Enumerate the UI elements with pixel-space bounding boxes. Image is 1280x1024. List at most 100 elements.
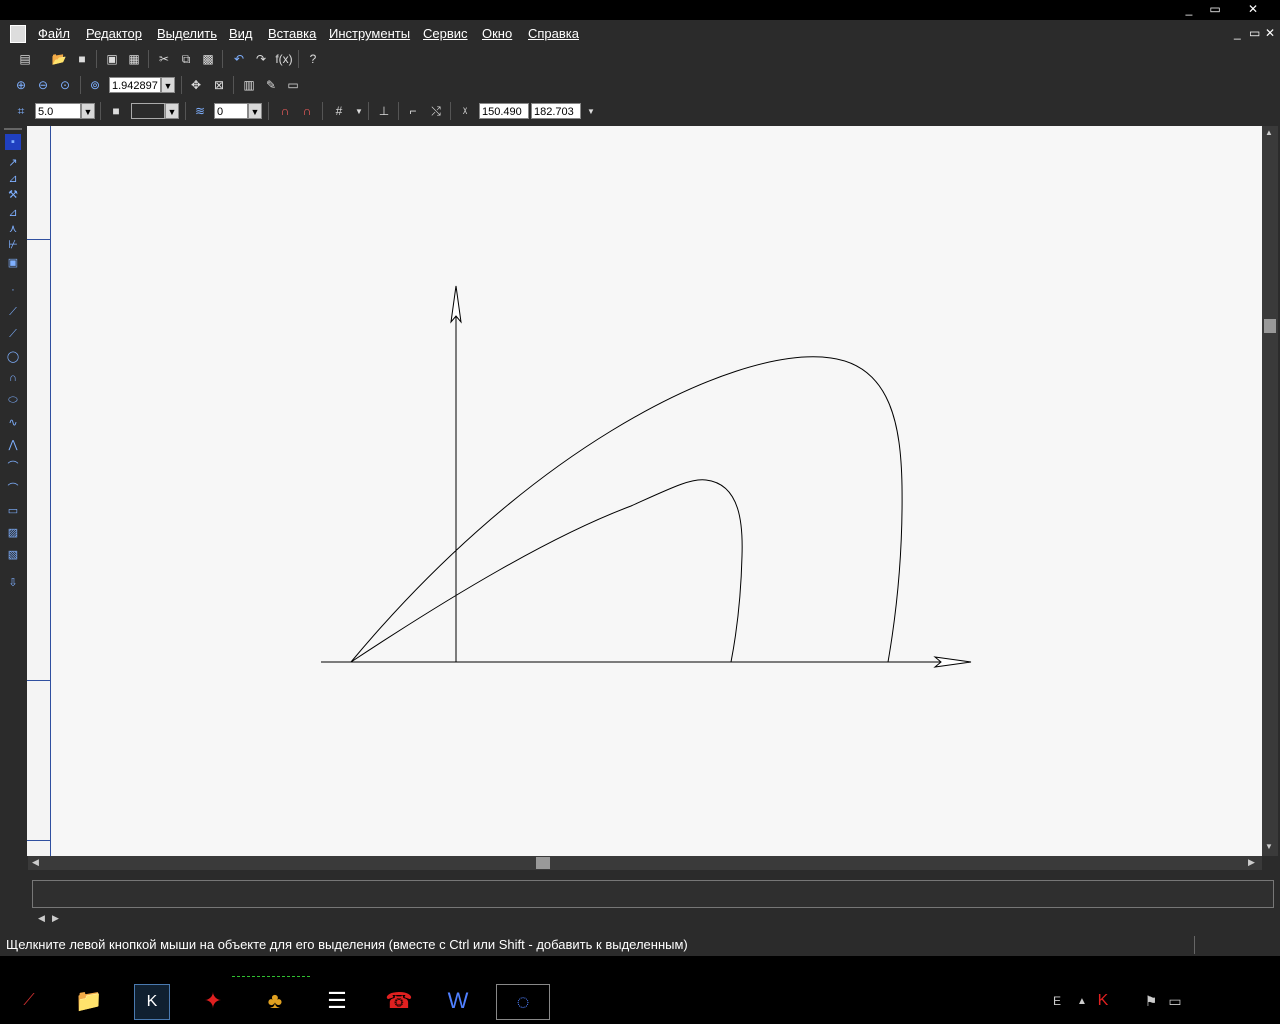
- fillet-tool-icon[interactable]: ⌒: [5, 458, 21, 474]
- document-icon[interactable]: [10, 25, 26, 43]
- app-icon[interactable]: ♣: [258, 984, 292, 1018]
- arc-tool-icon[interactable]: ∩: [5, 370, 21, 386]
- new-doc-icon[interactable]: ▤: [16, 50, 34, 68]
- spline-tool-icon[interactable]: ∿: [5, 414, 21, 430]
- menu-view[interactable]: Вид: [229, 26, 253, 41]
- grid-icon[interactable]: #: [330, 102, 348, 120]
- segment-tool-icon[interactable]: ⟋: [5, 326, 21, 342]
- window-restore-button[interactable]: ▭: [1206, 1, 1224, 17]
- point-tool-icon[interactable]: ·: [5, 282, 21, 298]
- menu-insert[interactable]: Вставка: [268, 26, 316, 41]
- ellipse-tool-icon[interactable]: ⬭: [5, 392, 21, 408]
- zoom-in-icon[interactable]: ⊕: [12, 76, 30, 94]
- document-restore-button[interactable]: ▭: [1249, 26, 1260, 40]
- coord-dropdown-icon[interactable]: ▼: [582, 102, 600, 120]
- display-icon[interactable]: ▭: [284, 76, 302, 94]
- style-dropdown-icon[interactable]: ▼: [165, 103, 179, 119]
- preview-icon[interactable]: ▦: [125, 50, 143, 68]
- layer-field[interactable]: 0: [214, 103, 248, 119]
- document-close-button[interactable]: ✕: [1265, 26, 1275, 40]
- coord-y-field[interactable]: 182.703: [531, 103, 581, 119]
- print-icon[interactable]: ▣: [103, 50, 121, 68]
- layer-dropdown-icon[interactable]: ▼: [248, 103, 262, 119]
- fit-icon[interactable]: ⊠: [210, 76, 228, 94]
- paste-icon[interactable]: ▩: [199, 50, 217, 68]
- outer-curve[interactable]: [350, 356, 903, 663]
- menu-help[interactable]: Справка: [528, 26, 579, 41]
- zoom-field[interactable]: 1.942897: [109, 77, 161, 93]
- help-icon[interactable]: ?: [304, 50, 322, 68]
- zoom-window-icon[interactable]: ⊙: [56, 76, 74, 94]
- layers-icon[interactable]: ✎: [262, 76, 280, 94]
- window-close-button[interactable]: ✕: [1244, 1, 1262, 17]
- dimensions-panel-icon[interactable]: ⊿: [5, 170, 21, 186]
- phone-icon[interactable]: ☎: [382, 984, 416, 1018]
- style-field[interactable]: [131, 103, 165, 119]
- zoom-out-icon[interactable]: ⊖: [34, 76, 52, 94]
- panel-next-icon[interactable]: ▶: [52, 913, 59, 924]
- menu-file[interactable]: Файл: [38, 26, 70, 41]
- inner-curve[interactable]: [350, 479, 743, 663]
- line-style-icon[interactable]: ■: [107, 102, 125, 120]
- edit-panel-icon[interactable]: ⊿: [5, 204, 21, 220]
- grid-dropdown-icon[interactable]: ▼: [350, 102, 368, 120]
- cut-icon[interactable]: ✂: [155, 50, 173, 68]
- scroll-down-icon[interactable]: ▼: [1265, 842, 1273, 851]
- scroll-left-icon[interactable]: ◀: [32, 857, 39, 868]
- drawing-canvas[interactable]: [51, 126, 1262, 856]
- scroll-right-icon[interactable]: ▶: [1248, 857, 1255, 868]
- step-dropdown-icon[interactable]: ▼: [81, 103, 95, 119]
- scroll-up-icon[interactable]: ▲: [1265, 128, 1273, 137]
- open-icon[interactable]: 📂: [50, 50, 68, 68]
- ortho-icon[interactable]: ⌐: [404, 102, 422, 120]
- zoom-icon[interactable]: ⊚: [86, 76, 104, 94]
- save-icon[interactable]: ■: [73, 50, 91, 68]
- menu-service[interactable]: Сервис: [423, 26, 468, 41]
- rectangle-tool-icon[interactable]: ▭: [5, 502, 21, 518]
- horizontal-scrollbar[interactable]: ◀ ▶: [28, 856, 1262, 870]
- horizontal-scroll-thumb[interactable]: [536, 857, 550, 869]
- local-cs-icon[interactable]: ⊥: [375, 102, 393, 120]
- layer-icon[interactable]: ≋: [191, 102, 209, 120]
- explorer-icon[interactable]: 📁: [72, 984, 106, 1018]
- vertical-scrollbar[interactable]: ▲ ▼: [1262, 126, 1278, 856]
- select-tool-icon[interactable]: ▪: [5, 134, 21, 150]
- hatch-tool-icon[interactable]: ▨: [5, 524, 21, 540]
- circle-tool-icon[interactable]: ◯: [5, 348, 21, 364]
- start-icon[interactable]: ⟋: [12, 984, 46, 1018]
- measure-panel-icon[interactable]: ⊬: [5, 236, 21, 252]
- symbols-panel-icon[interactable]: ⚒: [5, 186, 21, 202]
- menu-window[interactable]: Окно: [482, 26, 512, 41]
- select-panel-icon[interactable]: ▣: [5, 254, 21, 270]
- kompas-icon[interactable]: K: [134, 984, 170, 1020]
- notepad-icon[interactable]: ☰: [320, 984, 354, 1018]
- window-minimize-button[interactable]: _: [1180, 1, 1198, 17]
- refresh-icon[interactable]: ▥: [240, 76, 258, 94]
- copy-icon[interactable]: ⧉: [177, 50, 195, 68]
- document-minimize-button[interactable]: _: [1234, 26, 1241, 40]
- bird-icon[interactable]: ✦: [196, 984, 230, 1018]
- parametrize-panel-icon[interactable]: ⋏: [5, 220, 21, 236]
- network-icon[interactable]: ◌: [496, 984, 550, 1020]
- polyline-tool-icon[interactable]: ⋀: [5, 436, 21, 452]
- network-tray-icon[interactable]: ▭: [1158, 984, 1192, 1018]
- equidistant-tool-icon[interactable]: ▧: [5, 546, 21, 562]
- menu-editor[interactable]: Редактор: [86, 26, 142, 41]
- line-tool-icon[interactable]: ⟋: [5, 304, 21, 320]
- magnet-icon[interactable]: ∩: [276, 102, 294, 120]
- vertical-scroll-thumb[interactable]: [1264, 319, 1276, 333]
- redo-icon[interactable]: ↷: [252, 50, 270, 68]
- zoom-dropdown-icon[interactable]: ▼: [161, 77, 175, 93]
- stop-command-icon[interactable]: ⇩: [5, 574, 21, 590]
- undo-icon[interactable]: ↶: [230, 50, 248, 68]
- coord-x-field[interactable]: 150.490: [479, 103, 529, 119]
- step-field[interactable]: 5.0: [35, 103, 81, 119]
- geometry-panel-icon[interactable]: ↗: [5, 154, 21, 170]
- pan-icon[interactable]: ✥: [187, 76, 205, 94]
- menu-select[interactable]: Выделить: [157, 26, 217, 41]
- panel-prev-icon[interactable]: ◀: [38, 913, 45, 924]
- antivirus-icon[interactable]: K: [1086, 984, 1120, 1018]
- word-icon[interactable]: W: [441, 984, 475, 1018]
- menu-tools[interactable]: Инструменты: [329, 26, 410, 41]
- parametric-icon[interactable]: ⤭: [427, 102, 445, 120]
